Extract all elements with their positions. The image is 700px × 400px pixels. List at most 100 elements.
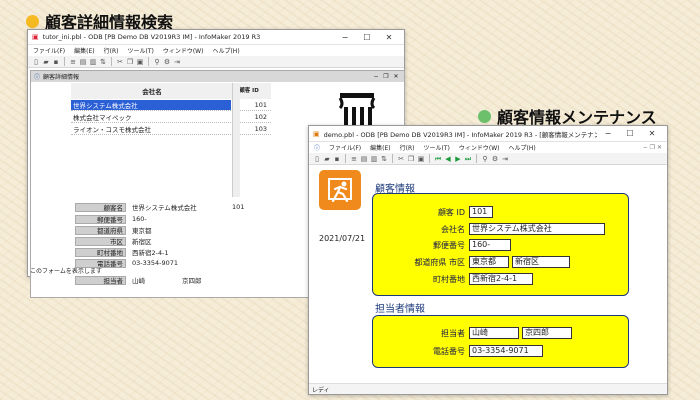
- new-icon[interactable]: ▯: [32, 58, 40, 66]
- cut-icon[interactable]: ✂: [397, 155, 405, 163]
- detail-row-address: 町村番地 西新宿2-4-1: [75, 247, 169, 257]
- app-icon: ▣: [313, 129, 320, 138]
- menu-tools[interactable]: ツール(T): [424, 143, 450, 152]
- field-row-zip: 郵便番号 160-: [405, 239, 511, 251]
- row-company: 世界システム株式会社: [71, 99, 231, 110]
- print-icon[interactable]: ▤: [79, 58, 87, 66]
- list-icon[interactable]: ≡: [350, 155, 358, 163]
- maximize-button[interactable]: ☐: [619, 129, 641, 138]
- phone-field[interactable]: 03-3354-9071: [469, 345, 543, 357]
- field-row-contact: 担当者 山崎 京四郎: [405, 327, 572, 339]
- menu-window[interactable]: ウィンドウ(W): [459, 143, 500, 152]
- value-city: 新宿区: [132, 238, 152, 246]
- menu-tools[interactable]: ツール(T): [127, 46, 153, 55]
- copy-icon[interactable]: ❐: [407, 155, 415, 163]
- table-row[interactable]: 世界システム株式会社 101: [71, 99, 271, 111]
- label-name: 顧客名: [75, 202, 126, 212]
- close-button[interactable]: ✕: [378, 33, 400, 42]
- field-row-pref-city: 都道府県 市区 東京都 新宿区: [387, 256, 570, 268]
- form-minimize-button[interactable]: −: [371, 73, 381, 80]
- maintenance-window: ▣ demo.pbl - ODB [PB Demo DB V2019R3 IM]…: [308, 125, 668, 395]
- section-contact-title: 担当者情報: [375, 304, 425, 315]
- close-button[interactable]: ✕: [641, 129, 663, 138]
- table-row[interactable]: ライオン・コスモ株式会社 103: [71, 123, 271, 135]
- contact-first-name-field[interactable]: 京四郎: [522, 327, 572, 339]
- sort-icon[interactable]: ⇅: [380, 155, 388, 163]
- new-icon[interactable]: ▯: [313, 155, 321, 163]
- form-title: 顧客詳細情報: [43, 74, 80, 81]
- value-contact-last: 山崎: [132, 277, 145, 285]
- last-record-icon[interactable]: ⏭: [464, 155, 472, 163]
- menu-rows[interactable]: 行(R): [104, 46, 119, 55]
- window-title: tutor_ini.pbl - ODB [PB Demo DB V2019R3 …: [42, 33, 261, 41]
- menu-help[interactable]: ヘルプ(H): [508, 143, 535, 152]
- menu-help[interactable]: ヘルプ(H): [212, 46, 239, 55]
- company-field[interactable]: 世界システム株式会社: [469, 223, 605, 235]
- label-company: 会社名: [441, 224, 465, 234]
- label-zip: 郵便番号: [75, 214, 126, 224]
- grid-header: 会社名 顧客 ID: [71, 83, 271, 99]
- form-restore-button[interactable]: ❐: [381, 73, 391, 80]
- address-field[interactable]: 西新宿2-4-1: [469, 273, 533, 285]
- field-row-address: 町村番地 西新宿2-4-1: [405, 273, 533, 285]
- label-pref: 都道府県: [75, 225, 126, 235]
- detail-row-city: 市区 新宿区: [75, 236, 152, 246]
- menu-rows[interactable]: 行(R): [400, 143, 415, 152]
- preview-icon[interactable]: ▥: [89, 58, 97, 66]
- customer-id-field[interactable]: 101: [469, 206, 493, 218]
- value-phone: 03-3354-9071: [132, 259, 179, 267]
- row-company: ライオン・コスモ株式会社: [73, 125, 151, 134]
- minimize-button[interactable]: −: [597, 129, 619, 138]
- menu-bar: ファイル(F) 編集(E) 行(R) ツール(T) ウィンドウ(W) ヘルプ(H…: [28, 45, 404, 56]
- detail-row-zip: 郵便番号 160-: [75, 214, 147, 224]
- first-record-icon[interactable]: ⏮: [434, 155, 442, 163]
- print-icon[interactable]: ▤: [360, 155, 368, 163]
- menu-window[interactable]: ウィンドウ(W): [163, 46, 204, 55]
- prefecture-field[interactable]: 東京都: [469, 256, 509, 268]
- copy-icon[interactable]: ❐: [126, 58, 134, 66]
- menu-edit[interactable]: 編集(E): [74, 46, 94, 55]
- label-city: 市区: [75, 236, 126, 246]
- menu-file[interactable]: ファイル(F): [329, 143, 361, 152]
- menu-bar: ⓘ ファイル(F) 編集(E) 行(R) ツール(T) ウィンドウ(W) ヘルプ…: [309, 142, 667, 153]
- settings-icon[interactable]: ⚙: [163, 58, 171, 66]
- city-field[interactable]: 新宿区: [512, 256, 570, 268]
- sort-icon[interactable]: ⇅: [99, 58, 107, 66]
- current-date: 2021/07/21: [319, 234, 366, 243]
- menu-edit[interactable]: 編集(E): [370, 143, 390, 152]
- label-pref-city: 都道府県 市区: [414, 257, 465, 267]
- next-record-icon[interactable]: ▶: [454, 155, 462, 163]
- filter-icon[interactable]: ⚲: [481, 155, 489, 163]
- zip-field[interactable]: 160-: [469, 239, 511, 251]
- save-icon[interactable]: ▪: [52, 58, 60, 66]
- prev-record-icon[interactable]: ◀: [444, 155, 452, 163]
- exit-icon[interactable]: ⇥: [173, 58, 181, 66]
- label-address: 町村番地: [433, 274, 465, 284]
- orange-dot-icon: [26, 14, 39, 28]
- cut-icon[interactable]: ✂: [116, 58, 124, 66]
- label-customer-id: 顧客 ID: [437, 207, 465, 217]
- mdi-controls-icon[interactable]: − ❐ ✕: [643, 144, 662, 151]
- save-icon[interactable]: ▪: [333, 155, 341, 163]
- open-icon[interactable]: ▰: [323, 155, 331, 163]
- form-close-button[interactable]: ✕: [391, 73, 401, 80]
- label-address: 町村番地: [75, 247, 126, 257]
- customer-grid: 会社名 顧客 ID 世界システム株式会社 101 株式会社マイペック 102 ラ…: [71, 83, 271, 135]
- preview-icon[interactable]: ▥: [370, 155, 378, 163]
- paste-icon[interactable]: ▣: [136, 58, 144, 66]
- paste-icon[interactable]: ▣: [417, 155, 425, 163]
- table-row[interactable]: 株式会社マイペック 102: [71, 111, 271, 123]
- maximize-button[interactable]: ☐: [356, 33, 378, 42]
- exit-icon[interactable]: ⇥: [501, 155, 509, 163]
- menu-file[interactable]: ファイル(F): [33, 46, 65, 55]
- settings-icon[interactable]: ⚙: [491, 155, 499, 163]
- contact-last-name-field[interactable]: 山崎: [469, 327, 519, 339]
- filter-icon[interactable]: ⚲: [153, 58, 161, 66]
- list-icon[interactable]: ≡: [69, 58, 77, 66]
- detail-row-name: 顧客名 世界システム株式会社 101: [75, 202, 244, 212]
- value-pref: 東京都: [132, 227, 152, 235]
- minimize-button[interactable]: −: [334, 33, 356, 42]
- open-icon[interactable]: ▰: [42, 58, 50, 66]
- grid-scrollbar[interactable]: [232, 83, 240, 197]
- status-bar: レディ: [309, 383, 667, 394]
